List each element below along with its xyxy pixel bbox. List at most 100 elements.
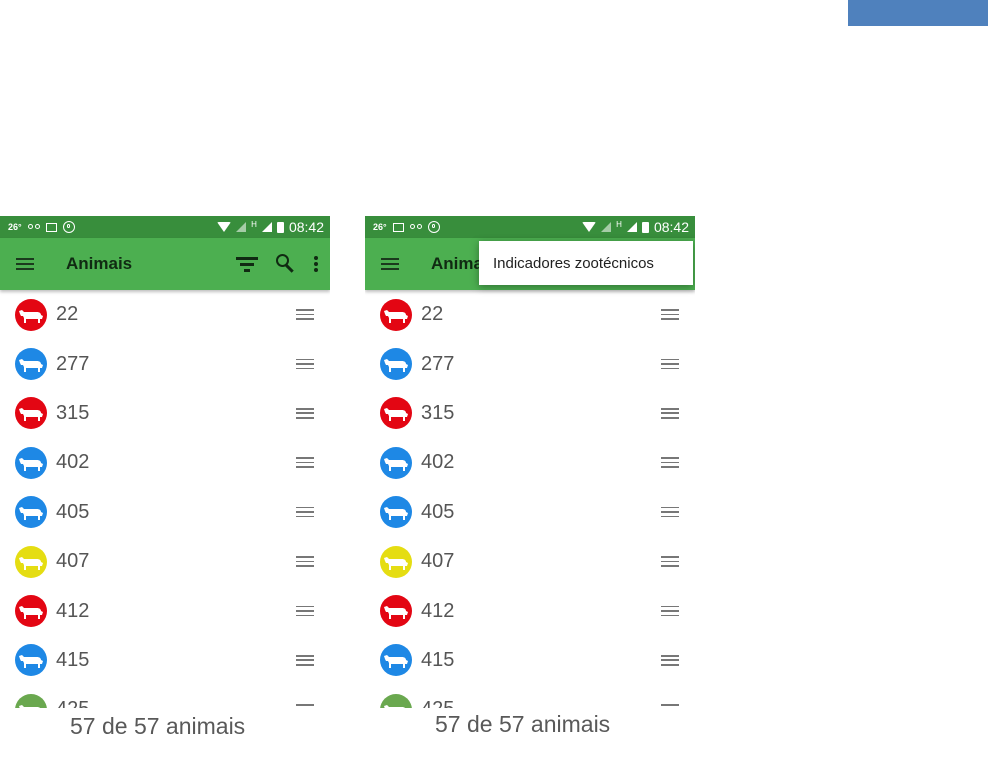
animal-row[interactable]: 22 <box>0 290 330 339</box>
cow-icon <box>384 507 408 521</box>
drag-handle-icon[interactable] <box>296 556 314 567</box>
status-bar: 26° H 08:42 <box>0 216 330 238</box>
animal-row[interactable]: 412 <box>0 586 330 635</box>
animal-row[interactable]: 315 <box>365 389 695 438</box>
cow-icon <box>19 309 43 323</box>
cow-icon <box>19 556 43 570</box>
animal-avatar <box>380 397 412 430</box>
animal-row[interactable]: 415 <box>0 636 330 685</box>
filter-icon[interactable] <box>236 257 258 272</box>
animal-count-text: 57 de 57 animais <box>435 711 611 737</box>
cow-icon <box>19 457 43 471</box>
animal-id-label: 407 <box>421 550 455 573</box>
animal-row[interactable]: 402 <box>0 438 330 487</box>
phone-screen-list: 26° H 08:42 Animais 22 277 315 402 405 407 412… <box>0 216 330 708</box>
animal-avatar <box>15 397 47 430</box>
drag-handle-icon[interactable] <box>661 358 679 370</box>
drag-handle-icon[interactable] <box>661 407 679 419</box>
animal-count-text: 57 de 57 animais <box>70 713 246 739</box>
drag-handle-icon[interactable] <box>296 358 314 370</box>
animal-id-label: 425 <box>421 698 454 708</box>
animal-row[interactable]: 402 <box>365 438 695 487</box>
cow-icon <box>19 507 43 521</box>
status-bar: 26° H 08:42 <box>365 216 695 238</box>
animal-id-label: 415 <box>421 648 455 671</box>
drag-handle-icon[interactable] <box>296 506 314 518</box>
animal-avatar <box>15 644 47 677</box>
animal-id-label: 402 <box>421 451 455 474</box>
signal-icon <box>261 222 272 232</box>
drag-handle-icon[interactable] <box>661 654 679 666</box>
more-options-icon[interactable] <box>314 256 318 272</box>
animal-row[interactable]: 315 <box>0 389 330 438</box>
drag-handle-icon[interactable] <box>661 704 679 708</box>
cow-icon <box>19 704 41 708</box>
cow-icon <box>384 457 408 471</box>
signal-empty-icon <box>601 222 612 232</box>
animal-avatar <box>15 446 47 479</box>
drag-handle-icon[interactable] <box>661 605 679 617</box>
animal-row[interactable]: 412 <box>365 586 695 635</box>
animal-id-label: 277 <box>56 352 90 375</box>
animal-list: 22 277 315 402 405 407 412 415 425 <box>365 290 695 708</box>
cow-icon <box>384 556 408 570</box>
animal-avatar <box>15 545 47 578</box>
cow-icon <box>384 408 408 422</box>
menu-icon[interactable] <box>381 257 399 271</box>
battery-icon <box>276 221 284 233</box>
cow-icon <box>384 704 406 708</box>
drag-handle-icon[interactable] <box>661 506 679 518</box>
network-type-text: H <box>616 219 622 229</box>
network-type-text: H <box>251 219 257 229</box>
animal-row[interactable]: 425 <box>0 685 330 708</box>
drag-handle-icon[interactable] <box>296 605 314 617</box>
cow-icon <box>19 359 43 373</box>
animal-row[interactable]: 407 <box>365 537 695 586</box>
drag-handle-icon[interactable] <box>296 704 314 708</box>
animal-id-label: 425 <box>56 698 89 708</box>
animal-id-label: 407 <box>56 550 90 573</box>
menu-icon[interactable] <box>16 257 34 271</box>
whatsapp-icon <box>427 221 440 233</box>
animal-row[interactable]: 22 <box>365 290 695 339</box>
search-icon[interactable] <box>276 254 296 274</box>
animal-row[interactable]: 415 <box>365 636 695 685</box>
drag-handle-icon[interactable] <box>296 407 314 419</box>
animal-id-label: 405 <box>56 500 90 523</box>
animal-list: 22 277 315 402 405 407 412 415 425 <box>0 290 330 708</box>
animal-row[interactable]: 405 <box>0 488 330 537</box>
drag-handle-icon[interactable] <box>661 309 679 320</box>
animal-id-label: 412 <box>421 599 455 622</box>
animal-id-label: 412 <box>56 599 90 622</box>
menu-item-indicadores[interactable]: Indicadores zootécnicos <box>479 241 693 285</box>
animal-avatar <box>15 693 47 708</box>
cow-icon <box>19 655 43 669</box>
animal-id-label: 315 <box>56 401 90 424</box>
cow-icon <box>384 359 408 373</box>
cow-icon <box>384 655 408 669</box>
animal-row[interactable]: 407 <box>0 537 330 586</box>
drag-handle-icon[interactable] <box>296 457 314 468</box>
animal-avatar <box>380 693 412 708</box>
animal-row[interactable]: 277 <box>365 339 695 388</box>
animal-row[interactable]: 425 <box>365 685 695 708</box>
voicemail-icon <box>27 224 40 230</box>
animal-avatar <box>15 595 47 628</box>
wifi-icon <box>582 222 597 232</box>
wifi-icon <box>217 222 232 232</box>
animal-id-label: 22 <box>421 303 444 326</box>
corner-tab <box>848 0 988 26</box>
animal-avatar <box>380 298 412 331</box>
temperature-text: 26° <box>8 222 22 232</box>
drag-handle-icon[interactable] <box>661 457 679 468</box>
drag-handle-icon[interactable] <box>296 309 314 320</box>
animal-id-label: 22 <box>56 303 79 326</box>
whatsapp-icon <box>62 221 75 233</box>
animal-row[interactable]: 405 <box>365 488 695 537</box>
animal-id-label: 315 <box>421 401 455 424</box>
drag-handle-icon[interactable] <box>296 654 314 666</box>
animal-row[interactable]: 277 <box>0 339 330 388</box>
animal-id-label: 402 <box>56 451 90 474</box>
phone-screen-menu-open: 26° H 08:42 Animais Indicadores zootécni… <box>365 216 695 708</box>
drag-handle-icon[interactable] <box>661 556 679 567</box>
